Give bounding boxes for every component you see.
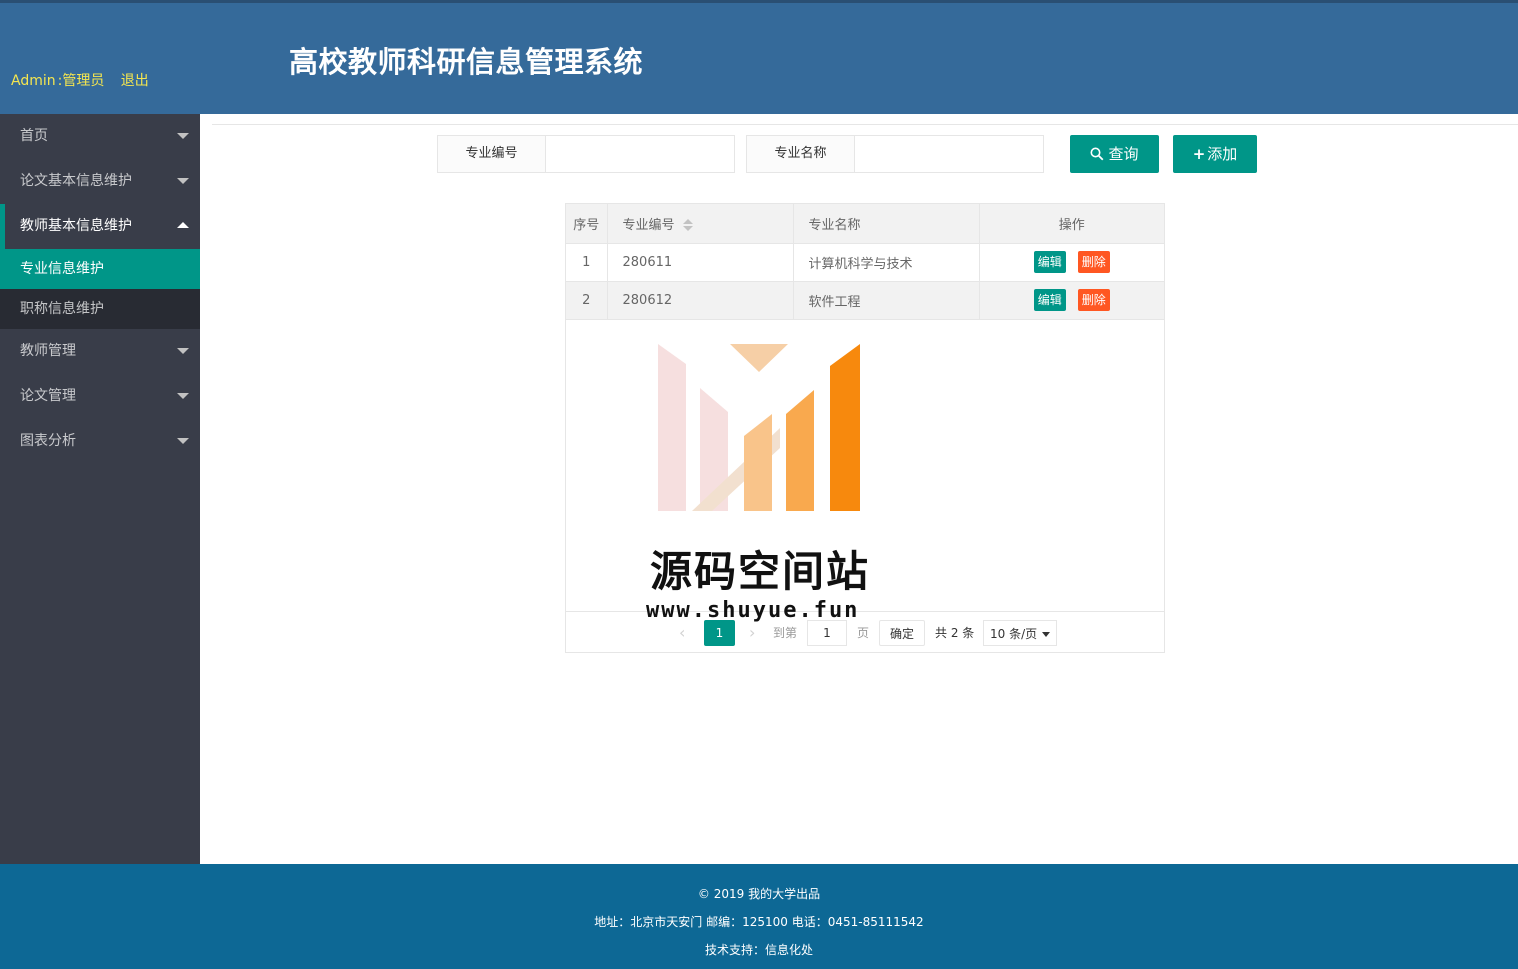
- page-size-select[interactable]: 10 条/页: [983, 620, 1057, 646]
- delete-button[interactable]: 删除: [1077, 289, 1110, 311]
- user-name: Admin: [11, 73, 56, 89]
- sidebar-item-paper-info[interactable]: 论文基本信息维护: [0, 159, 200, 204]
- sidebar-item-label: 论文管理: [20, 388, 76, 404]
- dropdown-icon: [1042, 632, 1050, 637]
- watermark-url: www.shuyue.fun: [646, 598, 860, 623]
- delete-button[interactable]: 删除: [1077, 251, 1110, 273]
- table-row: 2 280612 软件工程 编辑 删除: [566, 281, 1164, 320]
- caret-down-icon: [177, 133, 189, 139]
- query-button[interactable]: 查询: [1070, 135, 1159, 173]
- edit-button[interactable]: 编辑: [1033, 289, 1066, 311]
- sidebar-item-home[interactable]: 首页: [0, 114, 200, 159]
- footer-address: 地址：北京市天安门 邮编：125100 电话：0451-85111542: [594, 915, 924, 929]
- page-size-value: 10 条/页: [990, 627, 1038, 641]
- header: Admin : 管理员 退出 高校教师科研信息管理系统: [0, 0, 1518, 114]
- confirm-page-button[interactable]: 确定: [879, 620, 925, 646]
- add-button[interactable]: + 添加: [1173, 135, 1257, 173]
- column-header-code[interactable]: 专业编号: [607, 204, 794, 244]
- cell-seq: 1: [566, 243, 608, 282]
- search-code-input[interactable]: [546, 136, 734, 172]
- sidebar-item-label: 教师管理: [20, 343, 76, 359]
- content-divider: [212, 124, 1518, 125]
- sidebar: 首页 论文基本信息维护 教师基本信息维护 专业信息维护 职称信息维护 教师管理 …: [0, 114, 200, 864]
- search-name-input[interactable]: [855, 136, 1043, 172]
- cell-actions: 编辑 删除: [979, 243, 1164, 282]
- search-name-group: 专业名称: [746, 135, 1044, 173]
- search-code-label: 专业编号: [438, 136, 546, 172]
- caret-down-icon: [177, 178, 189, 184]
- cell-name: 计算机科学与技术: [793, 243, 980, 282]
- cell-code: 280611: [607, 243, 794, 282]
- sidebar-item-label: 首页: [20, 128, 48, 144]
- cell-name: 软件工程: [793, 281, 980, 320]
- plus-icon: +: [1192, 145, 1206, 163]
- sidebar-item-teacher-info[interactable]: 教师基本信息维护: [0, 204, 200, 249]
- logout-link[interactable]: 退出: [121, 70, 149, 90]
- sidebar-item-label: 教师基本信息维护: [20, 218, 132, 234]
- column-header-code-label: 专业编号: [622, 217, 675, 233]
- search-icon: [1090, 147, 1104, 161]
- edit-button[interactable]: 编辑: [1033, 251, 1066, 273]
- watermark-name: 源码空间站: [650, 547, 871, 596]
- caret-down-icon: [177, 348, 189, 354]
- column-header-actions: 操作: [979, 204, 1164, 244]
- footer: © 2019 我的大学出品 地址：北京市天安门 邮编：125100 电话：045…: [0, 864, 1518, 969]
- sidebar-submenu: 专业信息维护 职称信息维护: [0, 249, 200, 329]
- search-code-group: 专业编号: [437, 135, 735, 173]
- sidebar-item-label: 论文基本信息维护: [20, 173, 132, 189]
- sort-icon[interactable]: [682, 219, 693, 232]
- logo-icon: [658, 344, 860, 511]
- table-header-row: 序号 专业编号 专业名称 操作: [566, 204, 1164, 244]
- sidebar-item-charts[interactable]: 图表分析: [0, 419, 200, 464]
- table-row: 1 280611 计算机科学与技术 编辑 删除: [566, 243, 1164, 282]
- footer-support: 技术支持：信息化处: [704, 943, 813, 957]
- system-title: 高校教师科研信息管理系统: [289, 45, 644, 79]
- cell-seq: 2: [566, 281, 608, 320]
- user-role: 管理员: [62, 73, 105, 89]
- caret-down-icon: [177, 438, 189, 444]
- query-label: 查询: [1108, 145, 1139, 163]
- cell-code: 280612: [607, 281, 794, 320]
- caret-up-icon: [177, 222, 189, 228]
- sidebar-subitem-major[interactable]: 专业信息维护: [0, 249, 200, 289]
- caret-down-icon: [177, 393, 189, 399]
- search-name-label: 专业名称: [747, 136, 855, 172]
- sidebar-item-paper-mgmt[interactable]: 论文管理: [0, 374, 200, 419]
- column-header-seq: 序号: [566, 204, 608, 244]
- watermark-logo: 源码空间站 www.shuyue.fun: [640, 340, 880, 630]
- total-count: 共 2 条: [935, 626, 975, 640]
- user-area: Admin : 管理员 退出: [11, 70, 149, 90]
- sidebar-item-label: 图表分析: [20, 433, 76, 449]
- sidebar-subitem-title[interactable]: 职称信息维护: [0, 289, 200, 329]
- add-label: 添加: [1207, 145, 1238, 163]
- footer-copyright: © 2019 我的大学出品: [697, 887, 821, 901]
- sidebar-item-teacher-mgmt[interactable]: 教师管理: [0, 329, 200, 374]
- column-header-name: 专业名称: [793, 204, 980, 244]
- cell-actions: 编辑 删除: [979, 281, 1164, 320]
